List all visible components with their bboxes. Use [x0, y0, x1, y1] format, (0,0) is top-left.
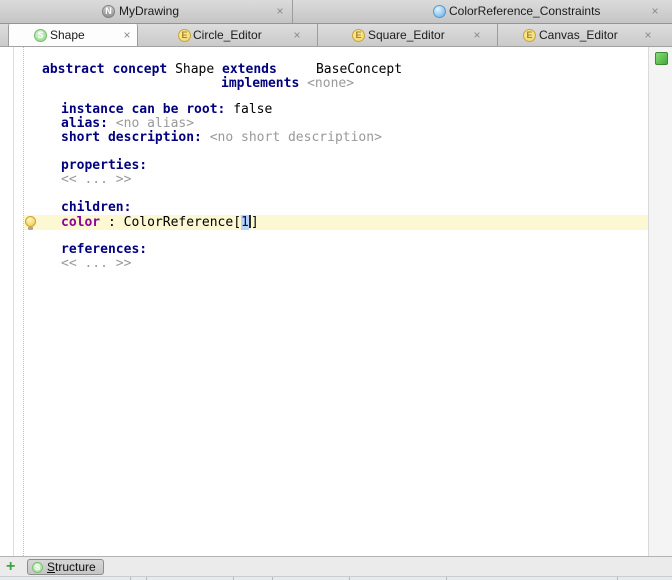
code-line[interactable]: children: [61, 201, 131, 215]
close-icon[interactable]: × [649, 0, 661, 23]
tab-label: Canvas_Editor [539, 24, 618, 46]
tab-label: Shape [50, 24, 85, 46]
code-line[interactable]: alias: <no alias> [61, 117, 194, 131]
editor-gutter-line [13, 47, 14, 556]
mps-ide-window: N MyDrawing × ColorReference_Constraints… [0, 0, 672, 580]
lightbulb-intention-icon[interactable] [25, 216, 36, 227]
close-icon[interactable]: × [471, 24, 483, 46]
close-icon[interactable]: × [642, 24, 654, 46]
code-line[interactable]: color : ColorReference[1] [61, 215, 259, 230]
constraints-sphere-icon [433, 5, 446, 18]
tab-label: Structure [47, 560, 96, 574]
tab-label: MyDrawing [119, 0, 179, 23]
tab-structure[interactable]: S Structure [27, 559, 104, 575]
code-line[interactable]: short description: <no short description… [61, 131, 382, 145]
bottom-panel-edge [0, 576, 672, 580]
tab-label: ColorReference_Constraints [449, 0, 600, 23]
tab-colorreference-constraints[interactable]: ColorReference_Constraints × [292, 0, 672, 23]
scrollbar-track[interactable] [648, 47, 672, 556]
close-icon[interactable]: × [121, 24, 133, 46]
error-stripe-ok-indicator[interactable] [655, 52, 668, 65]
structure-aspect-icon: S [32, 562, 43, 573]
tab-mydrawing[interactable]: N MyDrawing × [0, 0, 292, 23]
aspect-bottom-bar: + S Structure [0, 556, 672, 576]
add-aspect-button[interactable]: + [6, 557, 15, 576]
editor-aspect-icon: E [178, 29, 191, 42]
close-icon[interactable]: × [274, 0, 286, 23]
code-line[interactable]: << ... >> [61, 173, 131, 187]
code-line[interactable]: references: [61, 243, 147, 257]
code-line[interactable]: implements <none> [221, 77, 354, 91]
tab-circle-editor[interactable]: E Circle_Editor × [138, 24, 317, 46]
editor-aspect-icon: E [523, 29, 536, 42]
structure-aspect-icon: S [34, 29, 47, 42]
code-line[interactable]: instance can be root: false [61, 103, 272, 117]
tab-shape[interactable]: S Shape × [8, 24, 138, 46]
tab-canvas-editor[interactable]: E Canvas_Editor × [497, 24, 672, 46]
node-icon: N [102, 5, 115, 18]
code-line[interactable]: properties: [61, 159, 147, 173]
node-tab-bar: N MyDrawing × ColorReference_Constraints… [0, 0, 672, 24]
code-line[interactable]: << ... >> [61, 257, 131, 271]
concept-editor[interactable]: abstract concept Shape extends BaseConce… [0, 47, 672, 556]
editor-aspect-icon: E [352, 29, 365, 42]
close-icon[interactable]: × [291, 24, 303, 46]
tab-label: Circle_Editor [193, 24, 262, 46]
aspect-tab-bar: S Shape × E Circle_Editor × E Square_Edi… [0, 24, 672, 47]
code-line[interactable]: abstract concept Shape extends BaseConce… [42, 63, 402, 77]
editor-gutter-dotted-line [23, 47, 24, 556]
tab-label: Square_Editor [368, 24, 445, 46]
tab-square-editor[interactable]: E Square_Editor × [317, 24, 497, 46]
